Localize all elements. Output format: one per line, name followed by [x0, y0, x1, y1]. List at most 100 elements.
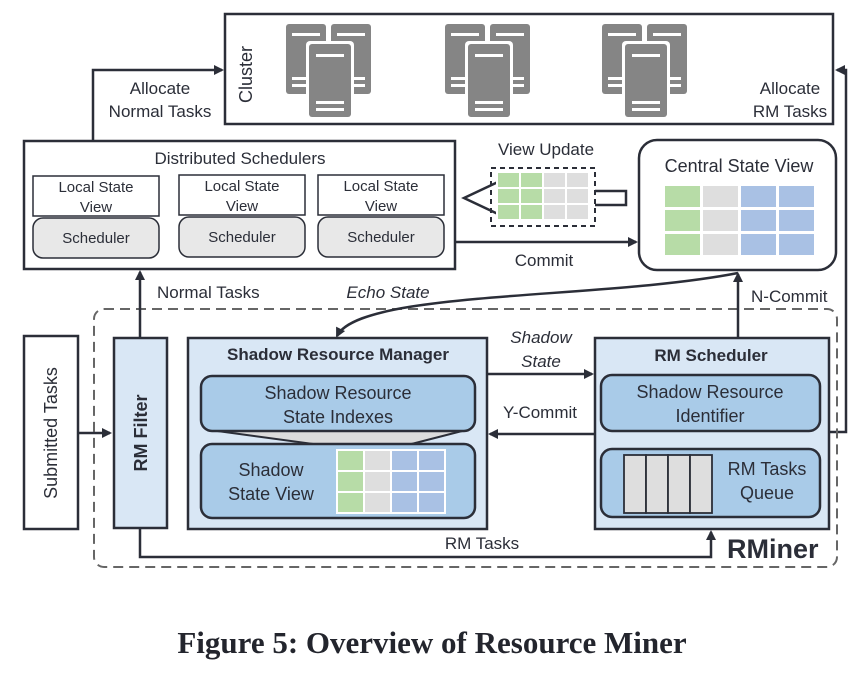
view-update-grid-cell	[567, 205, 588, 219]
shadow-state-view-label-2: State View	[228, 484, 315, 504]
identifier-label-2: Identifier	[675, 406, 744, 426]
rm-tasks-label: RM Tasks	[445, 534, 519, 553]
edge-shadow-state: Shadow State	[487, 328, 594, 379]
local-state-view-label-2b: View	[226, 198, 258, 215]
central-state-grid-cell	[703, 210, 738, 231]
rm-tasks-queue: RM Tasks Queue	[599, 447, 822, 519]
queue-slots	[623, 454, 713, 514]
shadow-state-label-1: Shadow	[510, 328, 573, 347]
central-state-grid-cell	[779, 234, 814, 255]
central-state-grid-cell	[665, 186, 700, 207]
echo-state-label: Echo State	[346, 283, 429, 302]
edge-y-commit: Y-Commit	[488, 403, 595, 439]
normal-tasks-label: Normal Tasks	[157, 283, 260, 302]
local-state-view-label-3a: Local State	[343, 178, 418, 195]
shadow-resource-manager-box: Shadow Resource Manager Shadow Resource …	[186, 336, 489, 531]
shadow-state-grid-cell	[419, 493, 444, 512]
edge-normal-tasks: Normal Tasks	[135, 270, 260, 338]
view-update-grid-cell	[498, 173, 519, 187]
submitted-tasks-box: Submitted Tasks	[22, 334, 80, 531]
central-state-grid-cell	[703, 186, 738, 207]
cluster-label: Cluster	[236, 46, 256, 103]
submitted-tasks-label: Submitted Tasks	[41, 367, 61, 499]
central-state-grid-cell	[741, 234, 776, 255]
scheduler-label-1: Scheduler	[62, 230, 130, 247]
shadow-state-view: Shadow State View	[199, 442, 477, 520]
view-update-grid	[496, 171, 590, 221]
local-state-view-label-1a: Local State	[58, 179, 133, 196]
view-update: View Update	[461, 140, 628, 227]
scheduler-label-2: Scheduler	[208, 229, 276, 246]
central-state-grid-cell	[665, 210, 700, 231]
central-state-grid	[662, 183, 817, 258]
central-state-grid-cell	[741, 210, 776, 231]
shadow-state-view-label-1: Shadow	[238, 460, 304, 480]
central-state-grid-cell	[779, 186, 814, 207]
shadow-state-label-2: State	[521, 352, 561, 371]
queue-slot	[667, 454, 691, 514]
shadow-state-grid-cell	[419, 451, 444, 470]
cluster-box: Cluster	[223, 12, 835, 126]
shadow-state-grid-cell	[365, 493, 390, 512]
diagram-canvas: Cluster Allocate Normal Tasks Allocate R…	[22, 12, 848, 660]
central-state-grid-cell	[665, 234, 700, 255]
shadow-state-grid-cell	[365, 472, 390, 491]
rm-scheduler-title: RM Scheduler	[654, 346, 768, 365]
identifier-label-1: Shadow Resource	[636, 382, 783, 402]
edge-commit: Commit	[455, 237, 638, 270]
view-update-grid-cell	[521, 189, 542, 203]
local-state-view-label-1b: View	[80, 199, 112, 216]
shadow-state-grid-cell	[419, 472, 444, 491]
view-update-grid-cell	[498, 205, 519, 219]
queue-slot	[645, 454, 669, 514]
scheduler-label-3: Scheduler	[347, 229, 415, 246]
commit-label: Commit	[515, 251, 574, 270]
edge-rm-tasks: RM Tasks	[138, 528, 716, 559]
view-update-grid-cell	[544, 173, 565, 187]
queue-slot	[623, 454, 647, 514]
central-state-view-box: Central State View	[637, 138, 838, 272]
shadow-resource-identifier: Shadow Resource Identifier	[599, 373, 822, 433]
y-commit-label: Y-Commit	[503, 403, 577, 422]
edge-allocate-normal-tasks: Allocate Normal Tasks	[91, 65, 224, 142]
distributed-schedulers-box: Distributed Schedulers Local State View …	[22, 139, 457, 271]
queue-label-2: Queue	[740, 483, 794, 503]
allocate-normal-label-2: Normal Tasks	[109, 102, 212, 121]
view-update-label: View Update	[498, 140, 594, 159]
shadow-resource-state-indexes: Shadow Resource State Indexes	[199, 374, 477, 433]
shadow-state-grid-cell	[392, 451, 417, 470]
shadow-resource-manager-title: Shadow Resource Manager	[227, 345, 449, 364]
view-update-grid-cell	[521, 205, 542, 219]
rm-scheduler-box: RM Scheduler Shadow Resource Identifier …	[593, 336, 831, 531]
allocate-normal-label-1: Allocate	[130, 79, 190, 98]
n-commit-label: N-Commit	[751, 287, 828, 306]
view-update-grid-cell	[498, 189, 519, 203]
shadow-state-grid-cell	[365, 451, 390, 470]
view-update-grid-cell	[544, 189, 565, 203]
figure-caption: Figure 5: Overview of Resource Miner	[177, 625, 687, 660]
view-update-grid-cell	[567, 173, 588, 187]
central-state-grid-cell	[703, 234, 738, 255]
view-update-grid-cell	[567, 189, 588, 203]
shadow-state-grid-cell	[338, 472, 363, 491]
shadow-state-grid-cell	[338, 493, 363, 512]
central-state-view-title: Central State View	[665, 156, 815, 176]
distributed-schedulers-title: Distributed Schedulers	[154, 149, 325, 168]
edge-echo-state: Echo State	[335, 271, 739, 338]
allocate-rm-label-2: RM Tasks	[753, 102, 827, 121]
view-update-grid-cell	[521, 173, 542, 187]
indexes-label-2: State Indexes	[283, 407, 393, 427]
queue-label-1: RM Tasks	[728, 459, 807, 479]
queue-slot	[689, 454, 713, 514]
central-state-grid-cell	[741, 186, 776, 207]
indexes-label-1: Shadow Resource	[264, 383, 411, 403]
central-state-grid-cell	[779, 210, 814, 231]
local-state-view-label-2a: Local State	[204, 178, 279, 195]
local-state-view-label-3b: View	[365, 198, 397, 215]
rm-filter-box: RM Filter	[112, 336, 169, 530]
edge-n-commit: N-Commit	[733, 272, 828, 338]
shadow-state-grid	[336, 449, 446, 514]
shadow-state-grid-cell	[338, 451, 363, 470]
rm-filter-label: RM Filter	[131, 394, 151, 471]
view-update-grid-cell	[544, 205, 565, 219]
